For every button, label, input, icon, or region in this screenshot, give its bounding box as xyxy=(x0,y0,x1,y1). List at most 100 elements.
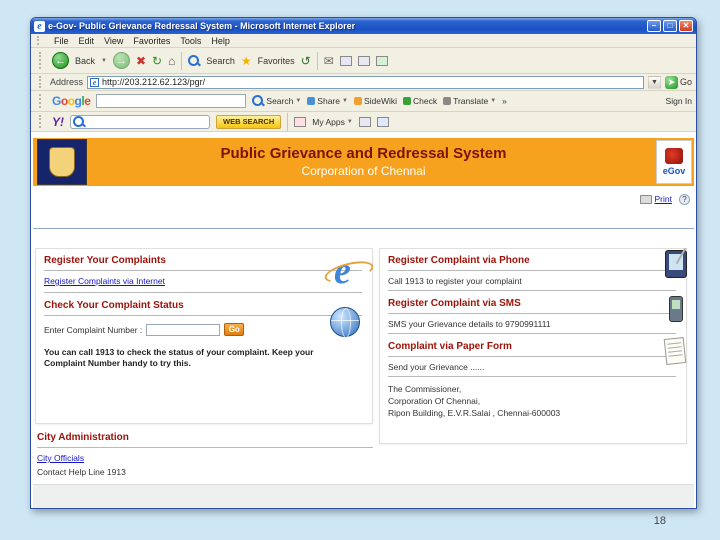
menu-favorites[interactable]: Favorites xyxy=(133,36,170,46)
messenger-icon[interactable] xyxy=(375,55,388,66)
yahoo-web-search-button[interactable]: WEB SEARCH xyxy=(216,114,282,129)
address-input[interactable] xyxy=(102,77,641,87)
print-tool-icon[interactable] xyxy=(339,55,352,66)
window-title: e-Gov- Public Grievance Redressal System… xyxy=(48,21,356,31)
google-sidewiki-button[interactable]: SideWiki xyxy=(353,96,397,106)
yahoo-grip xyxy=(39,114,42,129)
menu-file[interactable]: File xyxy=(54,36,69,46)
google-translate-button[interactable]: Translate ▼ xyxy=(443,96,496,106)
phone-heading: Register Complaint via Phone xyxy=(388,255,530,266)
egov-label: eGov xyxy=(662,166,686,176)
status-note: You can call 1913 to check the status of… xyxy=(44,347,314,368)
divider xyxy=(388,290,676,291)
search-icon[interactable] xyxy=(188,54,200,67)
ie-e-glyph: e xyxy=(334,250,351,292)
edit-tool-icon[interactable] xyxy=(357,55,370,66)
share-icon xyxy=(307,97,316,105)
sms-text: SMS your Grievance details to 9790991111 xyxy=(388,319,551,329)
page-viewport: Public Grievance and Redressal System Co… xyxy=(31,132,696,508)
register-internet-link[interactable]: Register Complaints via Internet xyxy=(44,276,165,286)
yahoo-toolbar: Y! WEB SEARCH My Apps ▼ xyxy=(31,112,696,132)
title-bar[interactable]: e e-Gov- Public Grievance Redressal Syst… xyxy=(31,18,696,34)
back-caret-icon[interactable]: ▼ xyxy=(101,58,107,64)
yahoo-search-input[interactable] xyxy=(87,116,207,127)
help-icon[interactable]: ? xyxy=(679,194,690,205)
paper-heading: Complaint via Paper Form xyxy=(388,341,512,352)
google-check-button[interactable]: Check xyxy=(403,96,437,106)
yahoo-logo[interactable]: Y! xyxy=(52,115,64,129)
google-search-icon xyxy=(252,95,264,107)
go-button[interactable]: ➤ Go xyxy=(664,75,692,89)
google-search-input[interactable] xyxy=(97,95,246,107)
paper-form-icon xyxy=(663,337,687,365)
search-label: Search xyxy=(206,55,235,66)
back-button[interactable]: ← xyxy=(52,52,69,69)
yahoo-extra-icon[interactable] xyxy=(376,116,389,127)
google-search-label: Search xyxy=(266,96,294,106)
internet-explorer-icon: e xyxy=(326,247,370,293)
window-controls: – □ ✕ xyxy=(647,20,693,32)
go-label: Go xyxy=(679,77,692,87)
menu-edit[interactable]: Edit xyxy=(79,36,95,46)
header-divider xyxy=(33,228,694,229)
menu-tools[interactable]: Tools xyxy=(180,36,201,46)
stop-icon[interactable]: ✖ xyxy=(136,55,146,67)
page-footer xyxy=(33,484,694,508)
yahoo-my-apps-label: My Apps xyxy=(312,116,345,127)
forward-button[interactable]: → xyxy=(112,52,130,69)
page-toolbar-row: Print ? xyxy=(33,194,694,208)
address-field-wrap: e xyxy=(87,75,644,89)
google-overflow-chevron[interactable]: » xyxy=(502,96,507,106)
maximize-button[interactable]: □ xyxy=(663,20,677,32)
google-toolbar: Google Search ▼ Share ▼ SideWiki Check T… xyxy=(31,91,696,112)
history-icon[interactable]: ↺ xyxy=(301,55,311,67)
yahoo-extra-icon[interactable] xyxy=(358,116,371,127)
mail-icon[interactable]: ✉ xyxy=(324,55,334,67)
complaint-number-input[interactable] xyxy=(146,323,221,336)
address-dropdown-icon[interactable]: ▼ xyxy=(647,75,661,89)
close-button[interactable]: ✕ xyxy=(679,20,693,32)
minimize-button[interactable]: – xyxy=(647,20,661,32)
google-search-button[interactable]: Search ▼ xyxy=(252,95,301,107)
favorites-icon[interactable]: ★ xyxy=(241,54,252,68)
toolbar-separator xyxy=(316,51,318,70)
page-header: Public Grievance and Redressal System Co… xyxy=(33,138,694,186)
print-action[interactable]: Print xyxy=(639,194,672,204)
page-doc-icon: e xyxy=(90,77,100,87)
home-icon[interactable]: ⌂ xyxy=(168,55,175,67)
ie-app-icon: e xyxy=(34,20,45,32)
sms-heading: Register Complaint via SMS xyxy=(388,298,521,309)
google-search-box xyxy=(96,94,247,108)
address-grip xyxy=(39,76,42,88)
google-share-label: Share xyxy=(317,96,340,106)
complaint-go-button[interactable]: Go xyxy=(224,323,245,336)
back-label: Back xyxy=(75,55,96,66)
google-signin-label: Sign In xyxy=(665,96,692,106)
city-officials-link[interactable]: City Officials xyxy=(37,453,84,463)
standard-toolbar: ← Back ▼ → ✖ ↻ ⌂ Search ★ Favorites ↺ ✉ xyxy=(31,48,696,74)
egov-mark-icon xyxy=(665,148,683,164)
menu-bar: File Edit View Favorites Tools Help xyxy=(31,34,696,48)
google-sidewiki-label: SideWiki xyxy=(363,96,397,106)
divider xyxy=(388,313,676,314)
paper-text: Send your Grievance ...... xyxy=(388,362,485,372)
refresh-icon[interactable]: ↻ xyxy=(152,55,162,67)
print-link[interactable]: Print xyxy=(655,194,672,204)
menu-help[interactable]: Help xyxy=(211,36,230,46)
menu-grip xyxy=(37,35,40,46)
google-signin-button[interactable]: Sign In xyxy=(666,96,692,106)
caret-down-icon: ▼ xyxy=(341,98,348,104)
divider xyxy=(388,333,676,334)
mobile-phone-icon xyxy=(669,296,683,322)
yahoo-alerts-icon[interactable] xyxy=(294,116,307,127)
yahoo-my-apps-button[interactable]: My Apps ▼ xyxy=(312,117,353,127)
google-share-button[interactable]: Share ▼ xyxy=(307,96,348,106)
divider xyxy=(44,292,362,293)
caret-down-icon: ▼ xyxy=(490,98,497,104)
google-grip xyxy=(39,94,42,108)
menu-view[interactable]: View xyxy=(104,36,123,46)
google-letter: e xyxy=(84,94,91,108)
help-line-text: Contact Help Line 1913 xyxy=(37,467,126,477)
toolbar-separator xyxy=(181,51,183,70)
divider xyxy=(44,315,362,316)
